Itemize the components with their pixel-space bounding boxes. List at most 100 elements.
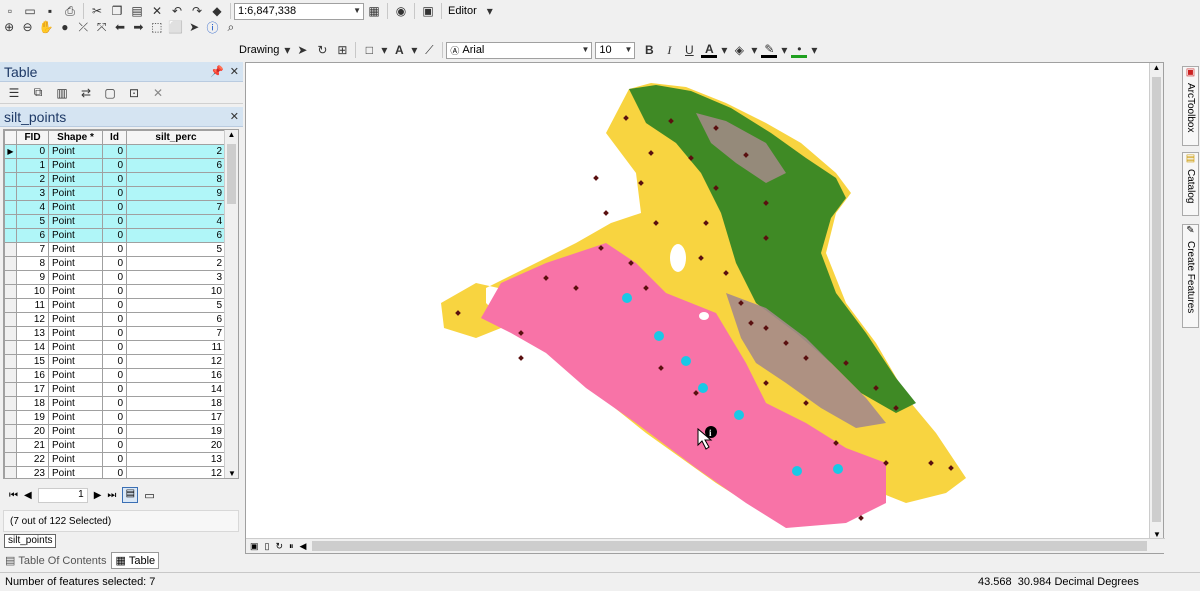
- select-features-icon[interactable]: ⬚: [150, 19, 164, 35]
- zoom-in-icon[interactable]: ⊕: [2, 19, 16, 35]
- pan-icon[interactable]: ✋: [39, 19, 54, 35]
- row-selector[interactable]: [4, 466, 17, 478]
- table-row[interactable]: 7 Point 0 5: [4, 242, 226, 257]
- line-color-icon[interactable]: ✎: [761, 42, 778, 58]
- chevron-down-icon[interactable]: ▾: [381, 42, 387, 58]
- zoom-to-selected-icon[interactable]: ⊡: [126, 85, 142, 101]
- table-row[interactable]: 13 Point 0 7: [4, 326, 226, 341]
- row-selector[interactable]: [4, 438, 17, 453]
- previous-record-icon[interactable]: ◀: [24, 490, 32, 501]
- table-row[interactable]: 4 Point 0 7: [4, 200, 226, 215]
- zoom-to-elements-icon[interactable]: ⊞: [334, 42, 350, 58]
- layout-view-icon[interactable]: ▯: [265, 541, 270, 552]
- delete-selected-icon[interactable]: ✕: [150, 85, 166, 101]
- table-row[interactable]: 16 Point 0 16: [4, 368, 226, 383]
- tab-table-of-contents[interactable]: ▤ Table Of Contents: [2, 552, 109, 569]
- font-size-combo[interactable]: 10 ▼: [595, 41, 636, 59]
- chevron-down-icon[interactable]: ▾: [751, 42, 757, 58]
- table-row[interactable]: 9 Point 0 3: [4, 270, 226, 285]
- switch-selection-icon[interactable]: ⇄: [78, 85, 94, 101]
- editor-menu[interactable]: Editor: [445, 5, 480, 17]
- scroll-left-icon[interactable]: ◀: [300, 541, 307, 552]
- table-row[interactable]: 20 Point 0 19: [4, 424, 226, 439]
- clear-selection-icon[interactable]: ▢: [102, 85, 118, 101]
- map-vertical-scrollbar[interactable]: ▲ ▼: [1149, 63, 1163, 539]
- fixed-zoom-in-icon[interactable]: ⤫: [76, 19, 90, 35]
- selected-point-marker[interactable]: [792, 466, 802, 476]
- table-row[interactable]: 17 Point 0 14: [4, 382, 226, 397]
- scroll-down-icon[interactable]: ▼: [225, 469, 238, 478]
- row-selector[interactable]: [4, 172, 17, 187]
- chevron-down-icon[interactable]: ▾: [411, 42, 417, 58]
- row-selector[interactable]: [4, 298, 17, 313]
- rotate-icon[interactable]: ↻: [314, 42, 330, 58]
- column-header-shape[interactable]: Shape *: [48, 130, 103, 145]
- selected-point-marker[interactable]: [622, 293, 632, 303]
- table-scrollbar[interactable]: ▲ ▼: [224, 130, 238, 478]
- related-tables-icon[interactable]: ⧉: [30, 85, 46, 101]
- show-selected-records-icon[interactable]: ▭: [144, 489, 154, 502]
- scroll-up-icon[interactable]: ▲: [1150, 63, 1163, 72]
- editor-toolbar-icon[interactable]: ▦: [366, 3, 382, 19]
- row-selector[interactable]: [4, 200, 17, 215]
- tab-create-features[interactable]: ✎ Create Features: [1182, 224, 1199, 328]
- row-selector[interactable]: [4, 396, 17, 411]
- table-row[interactable]: 21 Point 0 20: [4, 438, 226, 453]
- sample-point-marker[interactable]: [603, 210, 609, 216]
- map-canvas[interactable]: i: [246, 63, 1165, 555]
- table-row[interactable]: 15 Point 0 12: [4, 354, 226, 369]
- table-row[interactable]: 19 Point 0 17: [4, 410, 226, 425]
- selected-point-marker[interactable]: [833, 464, 843, 474]
- column-header-silt-perc[interactable]: silt_perc: [126, 130, 226, 145]
- table-row[interactable]: 23 Point 0 12: [4, 466, 226, 478]
- row-selector[interactable]: [4, 410, 17, 425]
- table-row[interactable]: 6 Point 0 6: [4, 228, 226, 243]
- table-row[interactable]: 1 Point 0 6: [4, 158, 226, 173]
- edit-vertices-icon[interactable]: ⟋: [421, 42, 437, 58]
- select-by-attributes-icon[interactable]: ▥: [54, 85, 70, 101]
- full-extent-icon[interactable]: ●: [58, 19, 72, 35]
- rectangle-icon[interactable]: □: [361, 42, 377, 58]
- select-elements-icon[interactable]: ➤: [187, 19, 201, 35]
- chevron-down-icon[interactable]: ▾: [482, 3, 498, 19]
- column-header-fid[interactable]: FID: [16, 130, 49, 145]
- table-row[interactable]: 11 Point 0 5: [4, 298, 226, 313]
- row-selector[interactable]: [4, 340, 17, 355]
- scroll-up-icon[interactable]: ▲: [225, 130, 238, 139]
- fill-color-icon[interactable]: ◈: [731, 42, 747, 58]
- catalog-window-icon[interactable]: ▣: [420, 3, 436, 19]
- row-selector[interactable]: ▶: [4, 144, 17, 159]
- first-record-icon[interactable]: ⏮: [9, 490, 18, 501]
- close-icon[interactable]: ✕: [230, 65, 239, 78]
- row-selector[interactable]: [4, 354, 17, 369]
- map-view[interactable]: i ▲ ▼ ▣ ▯ ↻ ⏸ ◀: [245, 62, 1165, 555]
- zoom-out-icon[interactable]: ⊖: [20, 19, 34, 35]
- chevron-down-icon[interactable]: ▾: [781, 42, 787, 58]
- row-selector[interactable]: [4, 312, 17, 327]
- table-row[interactable]: 14 Point 0 11: [4, 340, 226, 355]
- table-row[interactable]: ▶ 0 Point 0 2: [4, 144, 226, 159]
- map-scroll-thumb[interactable]: [1152, 77, 1161, 522]
- chevron-down-icon[interactable]: ▾: [721, 42, 727, 58]
- selected-point-marker[interactable]: [734, 410, 744, 420]
- table-row[interactable]: 3 Point 0 9: [4, 186, 226, 201]
- row-selector[interactable]: [4, 452, 17, 467]
- pin-icon[interactable]: 📌: [210, 65, 224, 78]
- close-icon[interactable]: ✕: [230, 110, 239, 123]
- map-scale-combo[interactable]: 1:6,847,338 ▼: [234, 2, 364, 20]
- clear-selection-icon[interactable]: ⬜: [168, 19, 183, 35]
- drawing-menu[interactable]: Drawing: [236, 44, 282, 56]
- map-horizontal-scrollbar[interactable]: [312, 541, 1147, 551]
- table-row[interactable]: 5 Point 0 4: [4, 214, 226, 229]
- data-view-icon[interactable]: ▣: [250, 541, 259, 552]
- selected-point-marker[interactable]: [654, 331, 664, 341]
- table-row[interactable]: 2 Point 0 8: [4, 172, 226, 187]
- marker-color-icon[interactable]: •: [791, 42, 808, 58]
- chevron-down-icon[interactable]: ▾: [811, 42, 817, 58]
- last-record-icon[interactable]: ⏭: [107, 490, 116, 501]
- tab-table[interactable]: ▦ Table: [111, 552, 160, 569]
- row-selector[interactable]: [4, 214, 17, 229]
- row-selector[interactable]: [4, 158, 17, 173]
- table-options-icon[interactable]: ☰: [6, 85, 22, 101]
- column-header-id[interactable]: Id: [102, 130, 127, 145]
